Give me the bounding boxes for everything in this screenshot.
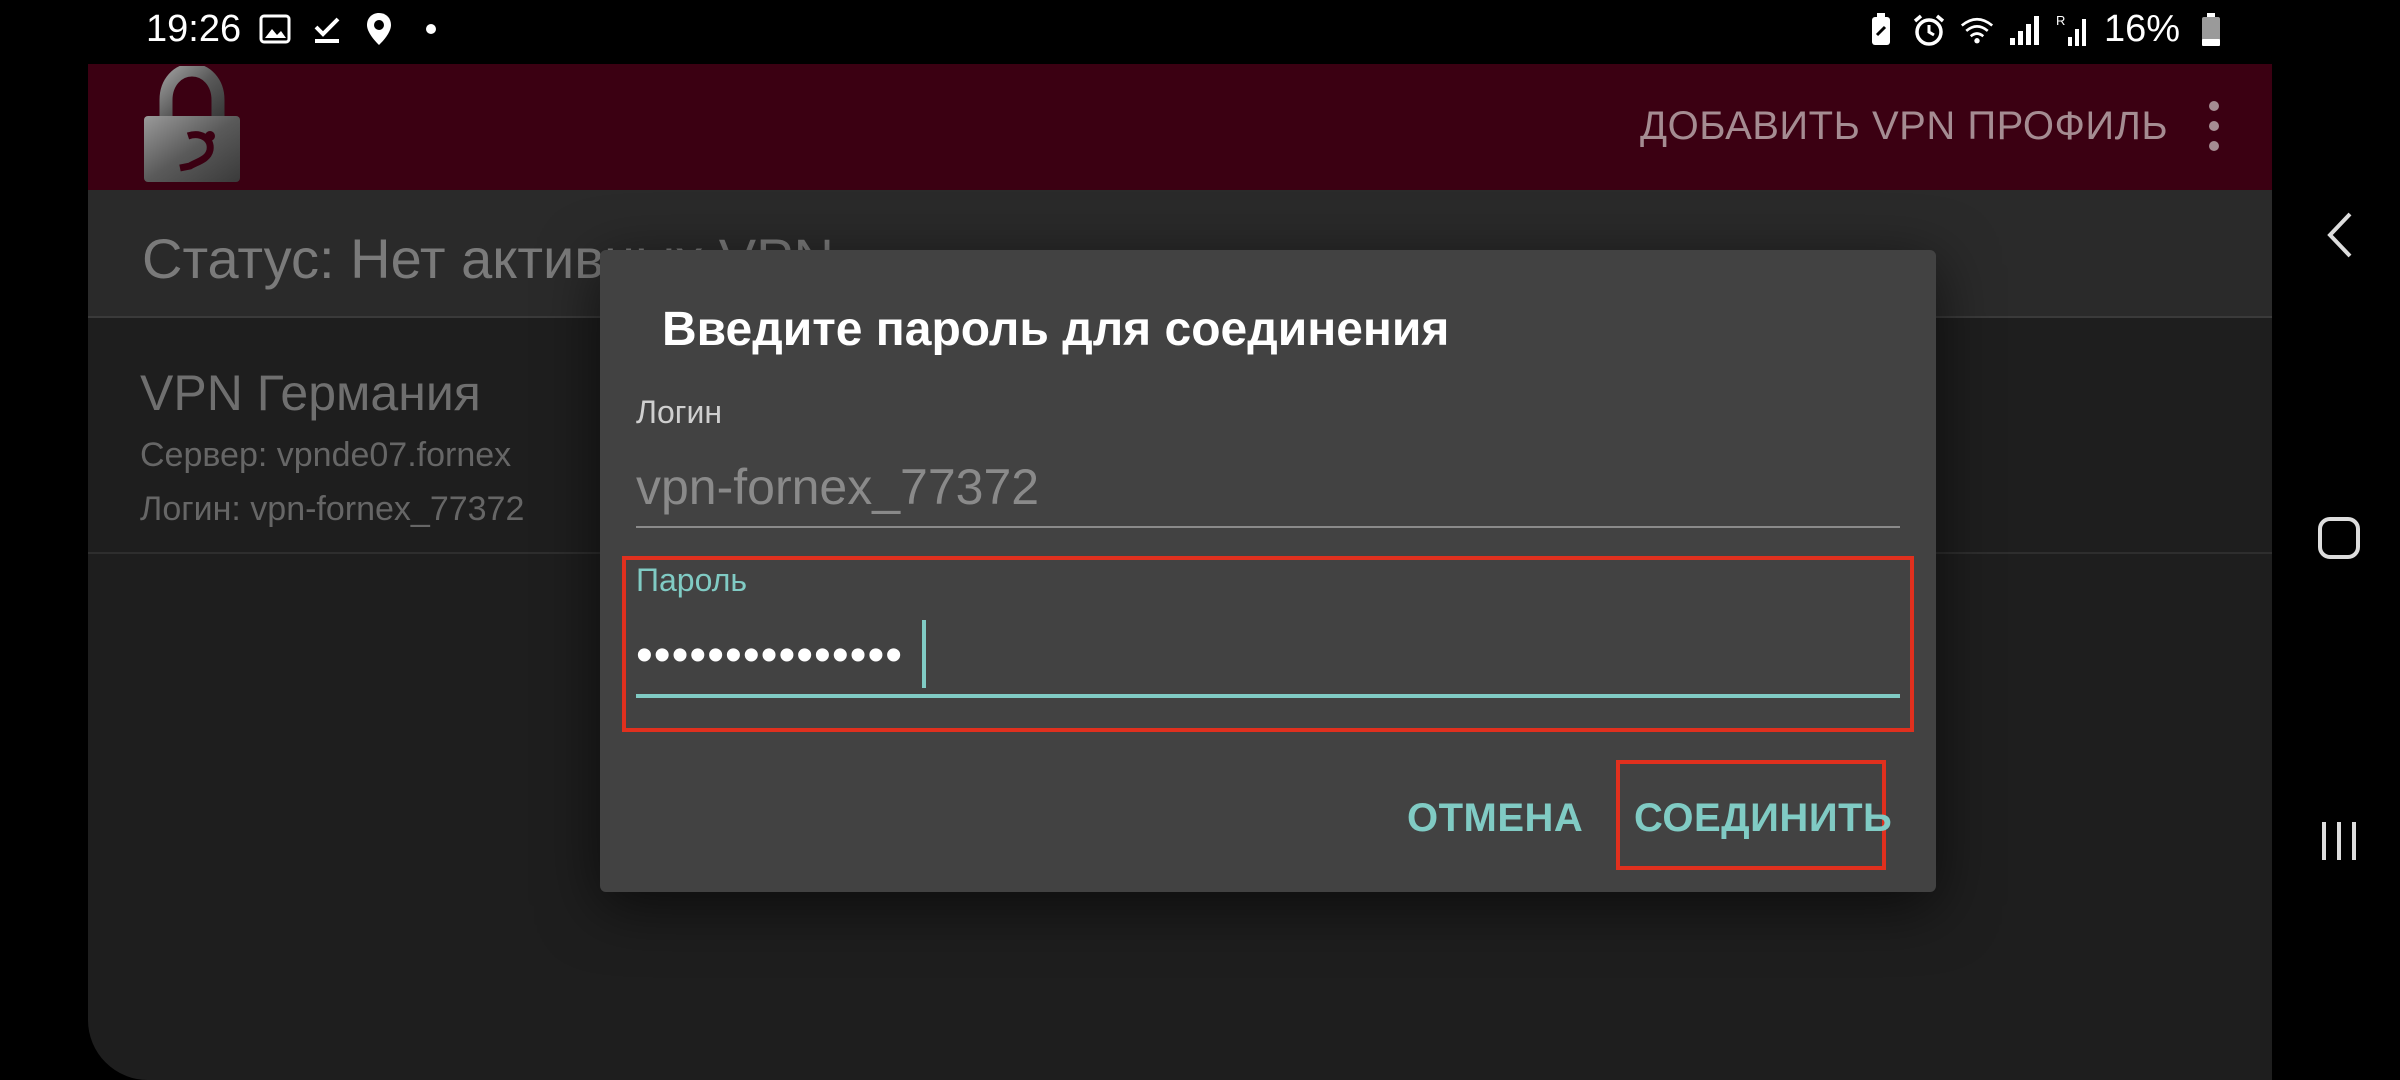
- cancel-button[interactable]: ОТМЕНА: [1407, 796, 1583, 841]
- profile-name: VPN Германия: [140, 365, 481, 421]
- location-icon: [362, 12, 396, 46]
- password-underline: [636, 694, 1900, 698]
- connect-button[interactable]: СОЕДИНИТЬ: [1634, 796, 1892, 841]
- image-icon: [258, 12, 292, 46]
- back-icon[interactable]: [2320, 210, 2360, 260]
- app-screen: 19:26 R 16% ДОБАВИТЬ VPN ПРОФИЛЬ Статус:…: [88, 0, 2272, 1080]
- navigation-bar: [2272, 0, 2400, 1080]
- overflow-menu-icon[interactable]: [2202, 96, 2226, 156]
- home-icon[interactable]: [2316, 515, 2362, 561]
- login-label: Логин: [636, 394, 723, 430]
- profile-server: Сервер: vpnde07.fornex: [140, 436, 512, 474]
- app-logo-lock-icon: [140, 63, 244, 186]
- text-cursor: [922, 620, 926, 688]
- password-dialog: Введите пароль для соединения Логин vpn-…: [600, 250, 1936, 892]
- roaming-signal-icon: R: [2056, 13, 2090, 47]
- battery-saver-icon: [1864, 12, 1898, 47]
- check-download-icon: [310, 12, 344, 46]
- login-field[interactable]: vpn-fornex_77372: [636, 458, 1039, 516]
- app-bar: ДОБАВИТЬ VPN ПРОФИЛЬ: [88, 63, 2272, 190]
- add-vpn-profile-button[interactable]: ДОБАВИТЬ VPN ПРОФИЛЬ: [1640, 104, 2168, 149]
- wifi-icon: [1960, 13, 1994, 47]
- battery-percent: 16%: [2103, 8, 2180, 50]
- svg-text:R: R: [2056, 13, 2065, 28]
- login-underline: [636, 526, 1900, 528]
- password-field[interactable]: •••••••••••••••: [636, 628, 903, 683]
- signal-icon: [2008, 13, 2042, 47]
- status-bar: 19:26 R 16%: [88, 0, 2272, 64]
- dialog-title: Введите пароль для соединения: [662, 303, 1450, 356]
- alarm-icon: [1912, 13, 1946, 47]
- recent-apps-icon[interactable]: [2316, 818, 2362, 864]
- profile-login: Логин: vpn-fornex_77372: [140, 490, 525, 528]
- dot-icon: [414, 12, 448, 46]
- battery-icon: [2194, 12, 2228, 47]
- password-label: Пароль: [636, 562, 748, 598]
- status-time: 19:26: [146, 8, 242, 50]
